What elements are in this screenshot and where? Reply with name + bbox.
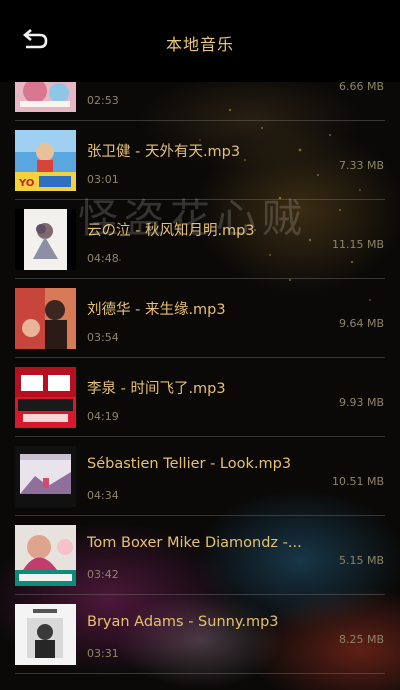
- song-list[interactable]: 02:53 6.66 MB YO 张卫健 - 天外有天.mp3 03:01 7.…: [0, 82, 400, 690]
- song-duration: 03:42: [87, 568, 119, 581]
- song-title: Bryan Adams - Sunny.mp3: [87, 614, 279, 630]
- song-row[interactable]: Sébastien Tellier - Look.mp3 04:34 10.51…: [0, 437, 400, 516]
- song-title: Tom Boxer Mike Diamondz -...: [87, 535, 302, 551]
- file-size: 9.93 MB: [338, 396, 384, 409]
- song-title: 刘德华 - 来生缘.mp3: [87, 302, 226, 318]
- svg-text:YO: YO: [18, 178, 34, 189]
- album-cover-image: [15, 446, 76, 507]
- file-size: 11.15 MB: [331, 238, 384, 251]
- song-row[interactable]: Tom Boxer Mike Diamondz -... 03:42 5.15 …: [0, 516, 400, 595]
- song-title: 云の泣 - 秋风知月明.mp3: [87, 223, 255, 239]
- file-size: 9.64 MB: [338, 317, 384, 330]
- row-divider: [15, 673, 385, 674]
- song-row[interactable]: 李泉 - 时间飞了.mp3 04:19 9.93 MB: [0, 358, 400, 437]
- album-cover-image: [15, 82, 76, 112]
- song-duration: 04:48: [87, 252, 119, 265]
- album-cover-image: YO: [15, 130, 76, 191]
- song-title: Sébastien Tellier - Look.mp3: [87, 456, 292, 472]
- song-row[interactable]: 刘德华 - 来生缘.mp3 03:54 9.64 MB: [0, 279, 400, 358]
- file-size: 7.33 MB: [338, 159, 384, 172]
- file-size: 5.15 MB: [338, 554, 384, 567]
- album-cover-image: [15, 525, 76, 586]
- song-duration: 04:19: [87, 410, 119, 423]
- album-cover-image: [15, 367, 76, 428]
- song-duration: 03:01: [87, 173, 119, 186]
- song-row[interactable]: YO 张卫健 - 天外有天.mp3 03:01 7.33 MB: [0, 121, 400, 200]
- song-list-content: 02:53 6.66 MB YO 张卫健 - 天外有天.mp3 03:01 7.…: [0, 82, 400, 674]
- local-music-screen: 本地音乐 02:53 6.66 MB YO 张卫健 - 天外有天.mp3 03:…: [0, 0, 400, 690]
- album-cover-image: [15, 209, 76, 270]
- song-title: 李泉 - 时间飞了.mp3: [87, 381, 226, 397]
- song-row[interactable]: 02:53 6.66 MB: [0, 82, 400, 121]
- song-duration: 02:53: [87, 94, 119, 107]
- song-row[interactable]: Bryan Adams - Sunny.mp3 03:31 8.25 MB: [0, 595, 400, 674]
- file-size: 6.66 MB: [338, 82, 384, 93]
- song-title: 张卫健 - 天外有天.mp3: [87, 144, 241, 160]
- app-header: 本地音乐: [0, 0, 400, 82]
- song-duration: 04:34: [87, 489, 119, 502]
- page-title: 本地音乐: [165, 35, 234, 54]
- album-cover-image: [15, 604, 76, 665]
- song-duration: 03:54: [87, 331, 119, 344]
- album-cover-image: [15, 288, 76, 349]
- file-size: 10.51 MB: [331, 475, 384, 488]
- file-size: 8.25 MB: [338, 633, 384, 646]
- song-row[interactable]: 云の泣 - 秋风知月明.mp3 04:48 11.15 MB: [0, 200, 400, 279]
- song-duration: 03:31: [87, 647, 119, 660]
